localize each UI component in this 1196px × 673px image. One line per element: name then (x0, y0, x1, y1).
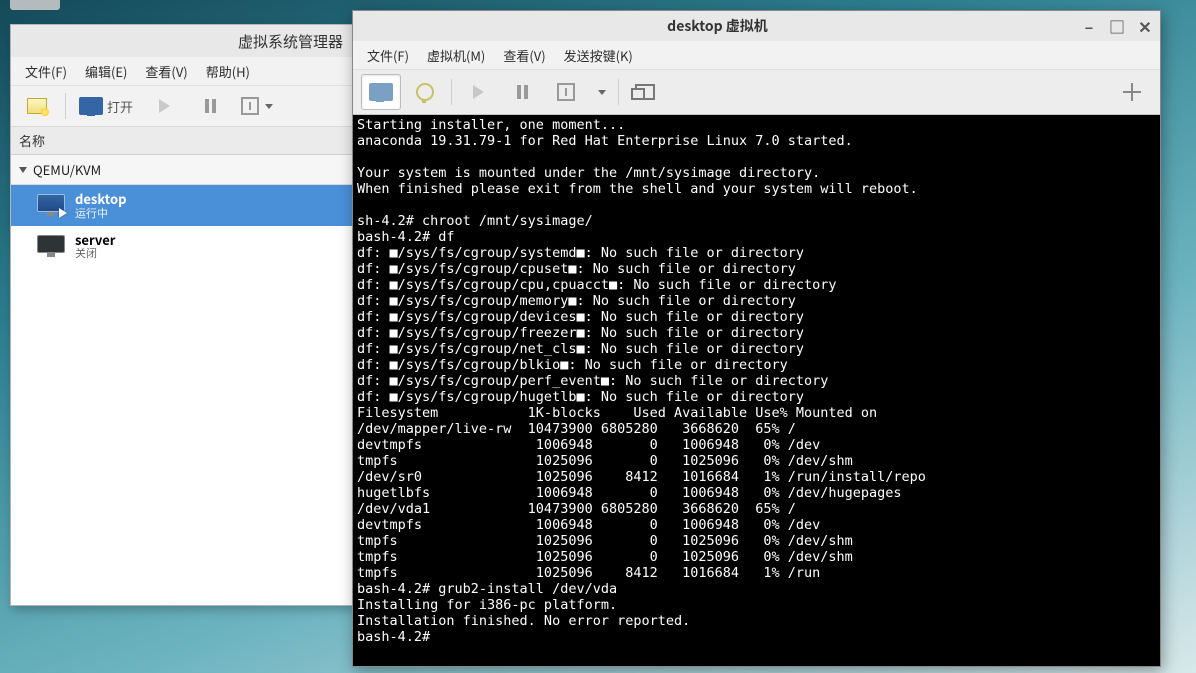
vmm-menubar: 文件(F) 编辑(E) 查看(V) 帮助(H) (11, 57, 355, 86)
vmm-titlebar[interactable]: 虚拟系统管理器 (11, 25, 355, 57)
open-vm-button[interactable]: 打开 (74, 90, 138, 122)
pause-vm-button[interactable] (190, 90, 230, 122)
expand-icon (19, 167, 27, 173)
fullscreen-button[interactable] (625, 74, 665, 110)
run-button (458, 74, 498, 110)
bulb-icon (416, 83, 434, 101)
show-details-button[interactable] (405, 74, 445, 110)
toolbar-separator (618, 79, 619, 105)
vmm-host-label: QEMU/KVM (33, 160, 101, 179)
move-arrows-icon (1123, 83, 1141, 101)
pause-icon (517, 85, 528, 99)
console-menubar: 文件(F) 虚拟机(M) 查看(V) 发送按键(K) (353, 41, 1160, 70)
menu-help[interactable]: 帮助(H) (198, 59, 258, 84)
vm-icon-running (37, 194, 65, 216)
virt-manager-window: 虚拟系统管理器 文件(F) 编辑(E) 查看(V) 帮助(H) 打开 名称 Q (10, 24, 356, 606)
run-vm-button (144, 90, 184, 122)
console-toolbar (353, 70, 1160, 115)
shutdown-menu-button[interactable] (590, 74, 612, 110)
chevron-down-icon (598, 90, 606, 95)
new-vm-button[interactable] (17, 90, 57, 122)
menu-edit[interactable]: 编辑(E) (77, 59, 135, 84)
vm-row-desktop[interactable]: desktop 运行中 (11, 185, 355, 226)
show-console-button[interactable] (361, 74, 401, 110)
monitor-icon (79, 97, 103, 115)
guest-terminal[interactable]: Starting installer, one moment... anacon… (353, 115, 1160, 666)
menu-sendkey[interactable]: 发送按键(K) (556, 43, 641, 68)
play-icon (473, 85, 484, 99)
open-vm-label: 打开 (107, 97, 133, 116)
pause-button[interactable] (502, 74, 542, 110)
play-icon (159, 99, 170, 113)
shutdown-button[interactable] (546, 74, 586, 110)
maximize-button[interactable]: □ (1110, 19, 1124, 33)
console-titlebar[interactable]: desktop 虚拟机 – □ ✕ (353, 11, 1160, 41)
vmm-host-row[interactable]: QEMU/KVM (11, 155, 355, 185)
menu-view[interactable]: 查看(V) (137, 59, 195, 84)
vmm-title: 虚拟系统管理器 (238, 31, 343, 52)
pause-icon (205, 99, 216, 113)
window-controls: – □ ✕ (1082, 19, 1152, 33)
vmm-vm-list: QEMU/KVM desktop 运行中 server 关闭 (11, 155, 355, 605)
menu-vm[interactable]: 虚拟机(M) (419, 43, 493, 68)
running-overlay-icon (59, 208, 67, 218)
fullscreen-icon (635, 84, 655, 100)
vmm-toolbar: 打开 (11, 86, 355, 127)
chevron-down-icon (265, 104, 273, 109)
monitor-icon (369, 83, 393, 101)
desktop-panel-fragment (10, 0, 60, 10)
minimize-button[interactable]: – (1082, 19, 1096, 33)
toolbar-separator (65, 93, 66, 119)
vm-console-window: desktop 虚拟机 – □ ✕ 文件(F) 虚拟机(M) 查看(V) 发送按… (352, 10, 1161, 667)
new-vm-icon (27, 98, 47, 114)
console-title: desktop 虚拟机 (361, 16, 1074, 36)
menu-file[interactable]: 文件(F) (17, 59, 75, 84)
vm-row-server[interactable]: server 关闭 (11, 226, 355, 267)
close-button[interactable]: ✕ (1138, 19, 1152, 33)
power-icon (557, 83, 575, 101)
send-key-grab-button[interactable] (1112, 74, 1152, 110)
vmm-column-header[interactable]: 名称 (11, 127, 355, 155)
vm-state: 运行中 (75, 207, 127, 220)
menu-view[interactable]: 查看(V) (495, 43, 553, 68)
toolbar-separator (451, 79, 452, 105)
shutdown-vm-button[interactable] (236, 90, 278, 122)
menu-file[interactable]: 文件(F) (359, 43, 417, 68)
vm-icon-stopped (37, 235, 65, 257)
power-icon (241, 97, 259, 115)
vm-state: 关闭 (75, 247, 115, 260)
